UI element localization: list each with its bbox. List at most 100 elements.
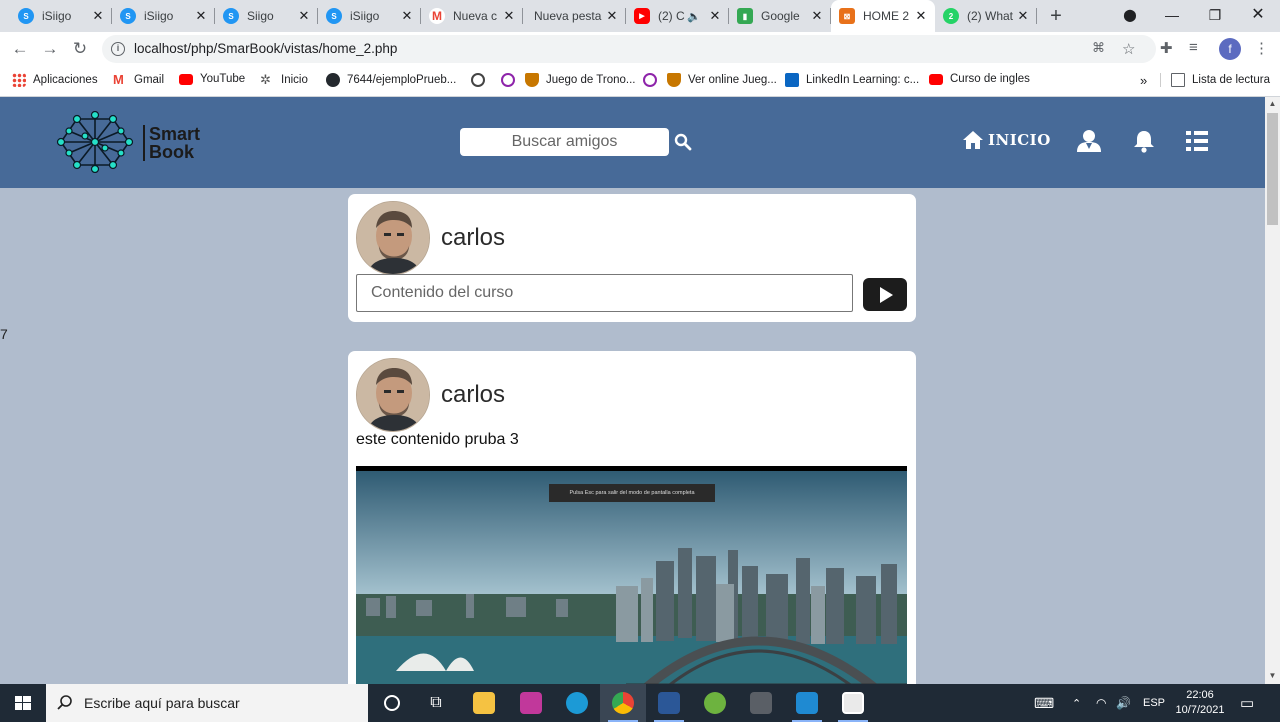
cortana-icon[interactable]: [369, 684, 415, 722]
bookmark-inicio[interactable]: ✲ Inicio: [260, 73, 308, 87]
site-info-icon[interactable]: i: [111, 42, 125, 56]
smartbook-logo[interactable]: Smart Book: [55, 110, 215, 174]
scroll-down-arrow-icon[interactable]: ▼: [1265, 671, 1280, 680]
submit-play-button[interactable]: [863, 278, 907, 311]
task-view-icon[interactable]: ⧉: [413, 684, 459, 722]
avatar[interactable]: [356, 358, 430, 432]
close-tab-icon[interactable]: ✕: [604, 8, 620, 24]
close-tab-icon[interactable]: ✕: [193, 8, 209, 24]
back-arrow-icon[interactable]: ←: [8, 37, 32, 61]
word-icon[interactable]: [646, 684, 692, 722]
bookmarks-overflow-chevron[interactable]: »: [1140, 73, 1147, 88]
windows-start-button[interactable]: [0, 684, 46, 722]
extensions-puzzle-icon[interactable]: ✚: [1160, 39, 1173, 57]
app-tile-icon[interactable]: [508, 684, 554, 722]
bookmark-aplicaciones[interactable]: Aplicaciones: [12, 73, 98, 87]
browser-tab-active[interactable]: ⊠ HOME 2 ✕: [831, 0, 935, 32]
nav-home-link[interactable]: INICIO: [962, 130, 1051, 150]
photos-icon[interactable]: [830, 684, 876, 722]
chrome-icon[interactable]: [600, 684, 646, 722]
close-tab-icon[interactable]: ✕: [809, 8, 825, 24]
siigo-favicon-icon: S: [18, 8, 34, 24]
bookmark-globe[interactable]: [471, 73, 492, 87]
close-tab-icon[interactable]: ✕: [501, 8, 517, 24]
vscode-icon[interactable]: [784, 684, 830, 722]
menu-list-icon[interactable]: [1185, 129, 1211, 153]
profile-user-icon[interactable]: [1076, 129, 1102, 153]
translate-icon[interactable]: ⌘: [1092, 40, 1105, 56]
close-tab-icon[interactable]: ✕: [90, 8, 106, 24]
show-hidden-icons-chevron[interactable]: ⌃: [1072, 684, 1081, 722]
new-tab-plus-icon[interactable]: +: [1046, 6, 1066, 26]
close-tab-icon[interactable]: ✕: [296, 8, 312, 24]
edge-icon[interactable]: [554, 684, 600, 722]
youtube-favicon-icon: ▶: [634, 8, 650, 24]
browser-tab[interactable]: ▶ (2) C 🔈 ✕: [626, 0, 729, 32]
address-bar[interactable]: i localhost/php/SmarBook/vistas/home_2.p…: [102, 35, 1156, 63]
tab-search-icon[interactable]: ⬤: [1110, 0, 1150, 32]
browser-tab[interactable]: ▮ Google ✕: [729, 0, 831, 32]
scroll-up-arrow-icon[interactable]: ▲: [1265, 99, 1280, 108]
shield-icon: [667, 73, 681, 87]
browser-tab[interactable]: S iSiigo ✕: [112, 0, 215, 32]
reading-list[interactable]: Lista de lectura: [1160, 73, 1270, 87]
utorrent-icon[interactable]: [692, 684, 738, 722]
bookmark-linkedin-learning[interactable]: LinkedIn Learning: c...: [785, 73, 919, 87]
bookmark-ver-online[interactable]: Ver online Jueg...: [667, 73, 777, 87]
browser-tab[interactable]: Nueva pesta ✕: [523, 0, 626, 32]
speaker-icon[interactable]: 🔈: [687, 10, 701, 23]
minimize-window-icon[interactable]: —: [1152, 0, 1192, 32]
play-circle-icon: [643, 73, 657, 87]
browser-tab[interactable]: 2 (2) What ✕: [935, 0, 1037, 32]
browser-tab[interactable]: S Siigo ✕: [215, 0, 318, 32]
forward-arrow-icon[interactable]: →: [38, 37, 62, 61]
browser-tab[interactable]: M Nueva c ✕: [421, 0, 523, 32]
taskbar-search-box[interactable]: Escribe aquí para buscar: [46, 684, 368, 722]
page-scrollbar[interactable]: ▲ ▼: [1265, 97, 1280, 684]
page-viewport: Smart Book Buscar amigos INICIO carlos C…: [0, 97, 1265, 684]
chrome-menu-icon[interactable]: ⋮: [1254, 39, 1269, 57]
user-avatar-photo: [357, 202, 429, 274]
language-indicator[interactable]: ESP: [1143, 684, 1165, 722]
url-text[interactable]: localhost/php/SmarBook/vistas/home_2.php: [134, 41, 397, 56]
bookmark-juego-de-tronos[interactable]: Juego de Trono...: [525, 73, 636, 87]
bookmark-youtube[interactable]: YouTube: [179, 73, 245, 85]
close-tab-icon[interactable]: ✕: [399, 8, 415, 24]
bookmark-curso-de-ingles[interactable]: Curso de ingles: [929, 73, 1030, 85]
browser-tab-strip: S iSiigo ✕ S iSiigo ✕ S Siigo ✕ S iSiigo…: [0, 0, 1280, 32]
friend-search-input[interactable]: Buscar amigos: [460, 128, 669, 156]
bookmark-star-icon[interactable]: ☆: [1122, 40, 1135, 58]
close-tab-icon[interactable]: ✕: [707, 8, 723, 24]
calculator-icon[interactable]: [738, 684, 784, 722]
volume-icon[interactable]: 🔊: [1116, 684, 1131, 722]
close-tab-icon[interactable]: ✕: [913, 8, 929, 24]
keyboard-tray-icon[interactable]: ⌨: [1034, 684, 1054, 722]
browser-tab[interactable]: S iSiigo ✕: [10, 0, 112, 32]
post-image[interactable]: Pulsa Esc para salir del modo de pantall…: [356, 466, 907, 684]
siigo-favicon-icon: S: [326, 8, 342, 24]
gmail-favicon-icon: M: [429, 8, 445, 24]
youtube-icon: [929, 73, 943, 85]
scrollbar-thumb[interactable]: [1267, 113, 1278, 225]
bookmark-play[interactable]: [501, 73, 522, 87]
bookmark-play[interactable]: [643, 73, 664, 87]
reload-icon[interactable]: ↻: [68, 37, 92, 61]
course-content-input[interactable]: Contenido del curso: [356, 274, 853, 312]
notifications-bell-icon[interactable]: [1131, 129, 1157, 153]
restore-window-icon[interactable]: ❐: [1195, 0, 1235, 32]
media-queue-icon[interactable]: ≡: [1189, 39, 1198, 56]
notifications-center-icon[interactable]: ▭: [1240, 684, 1254, 722]
close-window-icon[interactable]: ✕: [1238, 0, 1278, 32]
wifi-icon[interactable]: ◠: [1096, 684, 1106, 722]
siigo-favicon-icon: S: [223, 8, 239, 24]
system-clock[interactable]: 22:06 10/7/2021: [1168, 688, 1232, 718]
file-explorer-icon[interactable]: [461, 684, 507, 722]
close-tab-icon[interactable]: ✕: [1015, 8, 1031, 24]
search-icon[interactable]: [673, 132, 693, 152]
browser-tab[interactable]: S iSiigo ✕: [318, 0, 421, 32]
profile-avatar[interactable]: f: [1219, 38, 1241, 60]
bookmark-github[interactable]: 7644/ejemploPrueb...: [326, 73, 456, 87]
avatar[interactable]: [356, 201, 430, 275]
bookmark-gmail[interactable]: M Gmail: [113, 73, 164, 87]
youtube-icon: [179, 73, 193, 85]
